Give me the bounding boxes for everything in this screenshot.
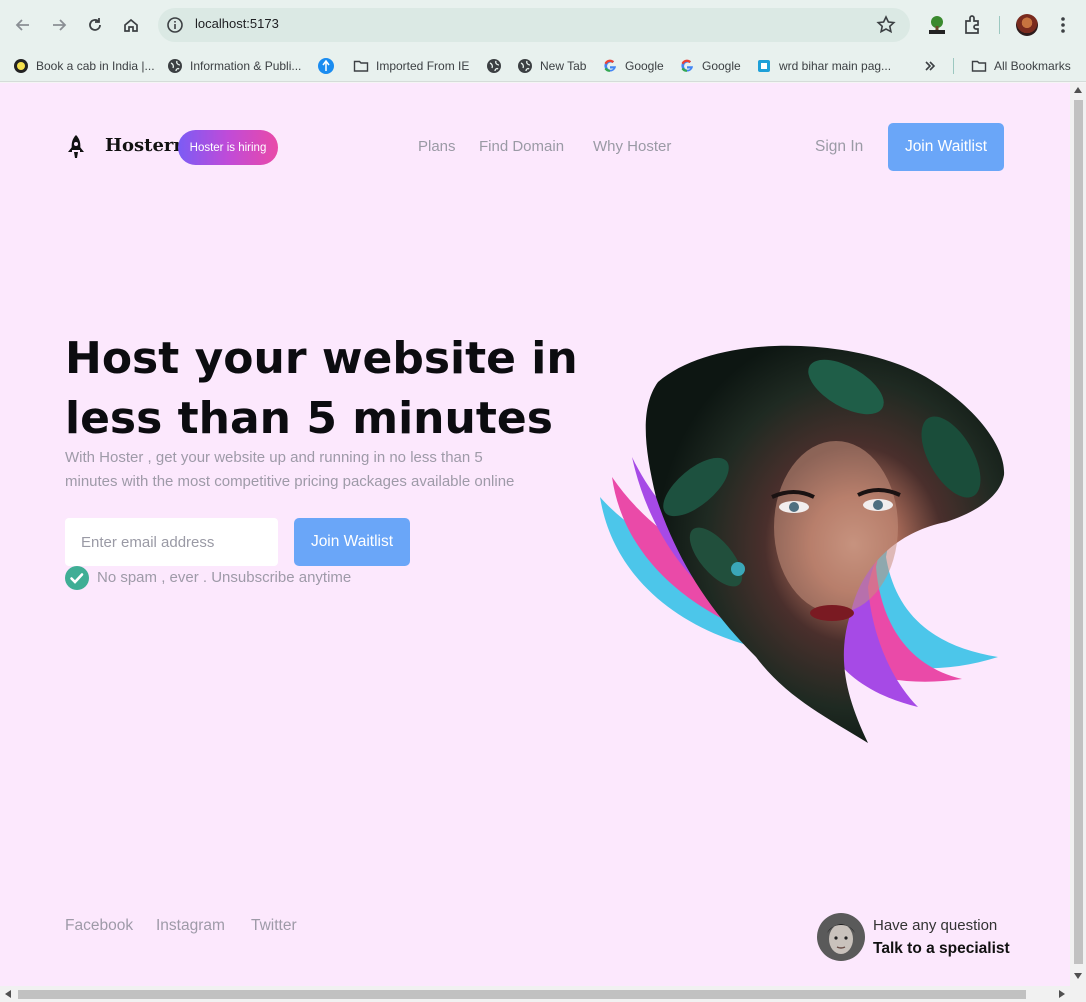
bookmark-item[interactable] <box>486 50 509 82</box>
bookmarks-bar: Book a cab in India |... Information & P… <box>0 50 1086 82</box>
bookmark-item[interactable]: Imported From IE <box>353 50 469 82</box>
nav-why-hoster[interactable]: Why Hoster <box>593 138 671 155</box>
all-bookmarks-button[interactable]: All Bookmarks <box>971 50 1071 82</box>
bookmark-item[interactable]: Google <box>679 50 741 82</box>
no-spam-note: No spam , ever . Unsubscribe anytime <box>97 569 352 586</box>
forward-icon[interactable] <box>47 13 71 37</box>
back-icon[interactable] <box>11 13 35 37</box>
page-viewport: Hosterr Hoster is hiring Plans Find Doma… <box>0 83 1070 986</box>
sign-in-link[interactable]: Sign In <box>815 138 863 156</box>
nav-find-domain[interactable]: Find Domain <box>479 138 564 155</box>
reload-icon[interactable] <box>83 13 107 37</box>
bookmark-item[interactable] <box>318 50 341 82</box>
hiring-badge[interactable]: Hoster is hiring <box>178 130 278 165</box>
site-info-icon[interactable] <box>166 16 184 34</box>
email-input[interactable] <box>65 518 278 566</box>
folder-icon <box>353 60 369 72</box>
browser-toolbar: localhost:5173 <box>0 0 1086 50</box>
kebab-menu-icon[interactable] <box>1052 14 1074 36</box>
facebook-link[interactable]: Facebook <box>65 917 133 935</box>
globe-icon <box>168 59 182 73</box>
hero-headline-line2: less than 5 minutes <box>65 393 553 444</box>
instagram-link[interactable]: Instagram <box>156 917 225 935</box>
bookmark-item[interactable]: Information & Publi... <box>167 50 301 82</box>
brand-name[interactable]: Hosterr <box>105 135 183 156</box>
extensions-puzzle-icon[interactable] <box>962 14 984 36</box>
toolbar-divider <box>999 16 1000 34</box>
face-shape <box>774 441 898 613</box>
scroll-up-icon[interactable] <box>1074 87 1082 93</box>
rocket-logo-icon <box>68 135 84 158</box>
nav-plans[interactable]: Plans <box>418 138 456 155</box>
bookmark-star-icon[interactable] <box>876 15 896 35</box>
join-waitlist-hero-button[interactable]: Join Waitlist <box>294 518 410 566</box>
specialist-avatar[interactable] <box>817 913 865 961</box>
scroll-down-icon[interactable] <box>1074 973 1082 979</box>
google-icon <box>681 59 693 72</box>
talk-to-specialist-link[interactable]: Talk to a specialist <box>873 940 1010 958</box>
bookmark-item[interactable]: Google <box>602 50 664 82</box>
globe-icon <box>487 59 501 73</box>
join-waitlist-header-button[interactable]: Join Waitlist <box>888 123 1004 171</box>
bihar-favicon <box>758 60 770 72</box>
earring <box>731 562 745 576</box>
hero-headline: Host your website in less than 5 minutes <box>65 329 585 449</box>
bookmark-item[interactable]: wrd bihar main pag... <box>756 50 891 82</box>
scroll-left-icon[interactable] <box>5 990 11 998</box>
vertical-scrollbar[interactable] <box>1070 83 1086 986</box>
globe-icon <box>518 59 532 73</box>
scroll-right-icon[interactable] <box>1059 990 1065 998</box>
check-circle-icon <box>65 566 89 590</box>
blue-favicon <box>318 58 334 74</box>
url-text: localhost:5173 <box>195 16 279 31</box>
folder-icon <box>971 60 987 72</box>
html-extension-icon[interactable] <box>926 14 948 36</box>
profile-avatar-icon[interactable] <box>1016 14 1038 36</box>
bookmark-item[interactable]: New Tab <box>517 50 586 82</box>
bookmarks-divider <box>953 58 954 74</box>
home-icon[interactable] <box>119 13 143 37</box>
twitter-link[interactable]: Twitter <box>251 917 297 935</box>
google-icon <box>604 59 616 72</box>
more-bookmarks-icon[interactable] <box>923 50 937 82</box>
lips <box>810 605 854 621</box>
cab-favicon <box>14 59 28 73</box>
horizontal-scrollbar[interactable] <box>0 986 1086 1002</box>
hero-headline-line1: Host your website in <box>65 333 578 384</box>
address-bar[interactable]: localhost:5173 <box>158 8 910 42</box>
vertical-scroll-thumb[interactable] <box>1074 100 1083 964</box>
question-text: Have any question <box>873 917 998 934</box>
hero-illustration <box>600 345 1005 743</box>
horizontal-scroll-thumb[interactable] <box>18 990 1026 999</box>
bookmark-item[interactable]: Book a cab in India |... <box>13 50 155 82</box>
hero-subtext: With Hoster , get your website up and ru… <box>65 449 515 490</box>
